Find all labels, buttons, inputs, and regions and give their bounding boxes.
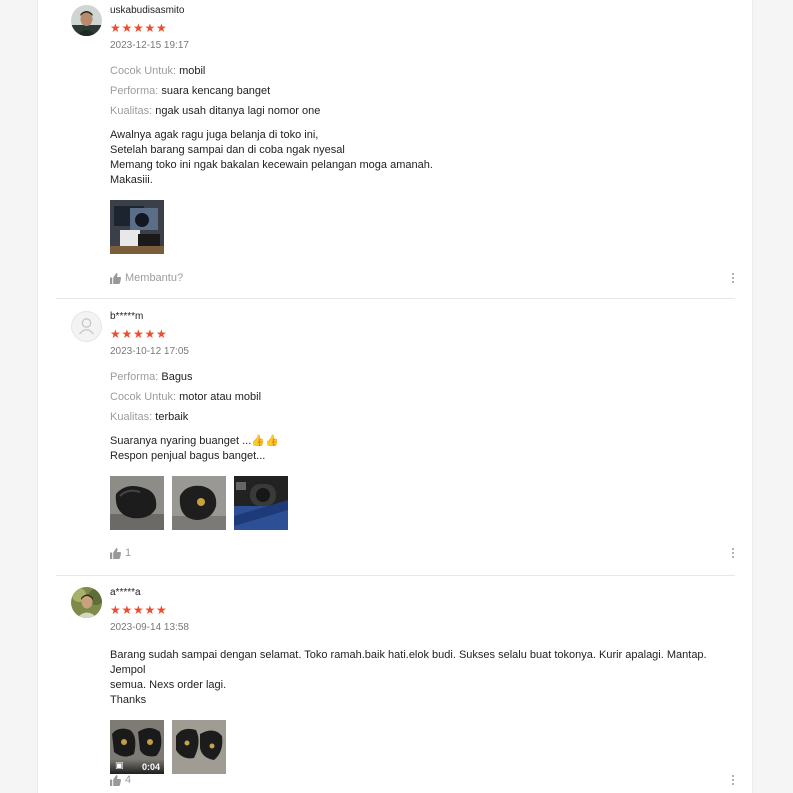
star-icon: ★ xyxy=(144,327,156,341)
star-rating: ★ ★ ★ ★ ★ xyxy=(110,328,730,340)
review-author: uskabudisasmito xyxy=(110,5,185,16)
review-media xyxy=(110,200,730,254)
thumbs-up-icon xyxy=(110,774,121,786)
helpful-button[interactable]: 1 xyxy=(110,546,738,560)
star-icon: ★ xyxy=(110,603,121,617)
more-options-button[interactable] xyxy=(728,773,738,787)
review-author: a*****a xyxy=(110,587,141,598)
review-attribute: Performa: Bagus xyxy=(110,371,193,383)
review-actions: 4 xyxy=(110,773,738,787)
divider xyxy=(56,298,735,299)
helpful-button[interactable]: Membantu? xyxy=(110,271,738,285)
star-icon: ★ xyxy=(121,21,133,35)
video-camera-icon: ▣ xyxy=(115,760,124,770)
review-time: 2023-12-15 19:17 xyxy=(110,40,189,51)
review-time: 2023-10-12 17:05 xyxy=(110,346,189,357)
helpful-label: Membantu? xyxy=(125,272,184,284)
divider xyxy=(56,575,735,576)
review-text: Awalnya agak ragu juga belanja di toko i… xyxy=(110,129,433,186)
star-icon: ★ xyxy=(121,603,133,617)
reviews-panel: uskabudisasmito ★ ★ ★ ★ ★ 2023-12-15 19:17 C… xyxy=(37,0,753,793)
helpful-button[interactable]: 4 xyxy=(110,773,738,787)
star-icon: ★ xyxy=(133,603,144,617)
review-text: Barang sudah sampai dengan selamat. Toko… xyxy=(110,649,707,706)
more-options-button[interactable] xyxy=(728,271,738,285)
star-rating: ★ ★ ★ ★ ★ xyxy=(110,22,730,34)
review-attribute: Cocok Untuk: mobil xyxy=(110,65,206,77)
review-photo[interactable] xyxy=(110,476,164,530)
helpful-count: 1 xyxy=(125,547,132,559)
star-icon: ★ xyxy=(133,327,144,341)
star-icon: ★ xyxy=(156,21,167,35)
helpful-count: 4 xyxy=(125,774,132,786)
review-attribute: Cocok Untuk: motor atau mobil xyxy=(110,391,262,403)
star-icon: ★ xyxy=(121,327,133,341)
review-attribute: Kualitas: ngak usah ditanya lagi nomor o… xyxy=(110,105,321,117)
star-rating: ★ ★ ★ ★ ★ xyxy=(110,604,730,616)
star-icon: ★ xyxy=(156,327,167,341)
review-video[interactable]: ▣ 0:04 xyxy=(110,720,164,774)
review-photo[interactable] xyxy=(172,476,226,530)
review-photo[interactable] xyxy=(234,476,288,530)
review-media xyxy=(110,476,730,530)
video-duration: 0:04 xyxy=(141,762,160,772)
star-icon: ★ xyxy=(156,603,167,617)
review-author: b*****m xyxy=(110,311,144,322)
thumbs-up-icon xyxy=(110,272,121,284)
avatar[interactable] xyxy=(71,587,102,618)
star-icon: ★ xyxy=(110,327,121,341)
review-text: Suaranya nyaring buanget ...👍👍 Respon pe… xyxy=(110,435,279,462)
star-icon: ★ xyxy=(144,603,156,617)
review-photo[interactable] xyxy=(110,200,164,254)
review-attribute: Performa: suara kencang banget xyxy=(110,85,271,97)
thumbs-up-icon xyxy=(110,547,121,559)
default-avatar-icon[interactable] xyxy=(71,311,102,342)
review-actions: 1 xyxy=(110,546,738,560)
review-time: 2023-09-14 13:58 xyxy=(110,622,189,633)
star-icon: ★ xyxy=(133,21,144,35)
review-actions: Membantu? xyxy=(110,271,738,285)
review-media: ▣ 0:04 xyxy=(110,720,730,774)
avatar[interactable] xyxy=(71,5,102,36)
review-photo[interactable] xyxy=(172,720,226,774)
star-icon: ★ xyxy=(144,21,156,35)
star-icon: ★ xyxy=(110,21,121,35)
review-attribute: Kualitas: terbaik xyxy=(110,411,189,423)
more-options-button[interactable] xyxy=(728,546,738,560)
